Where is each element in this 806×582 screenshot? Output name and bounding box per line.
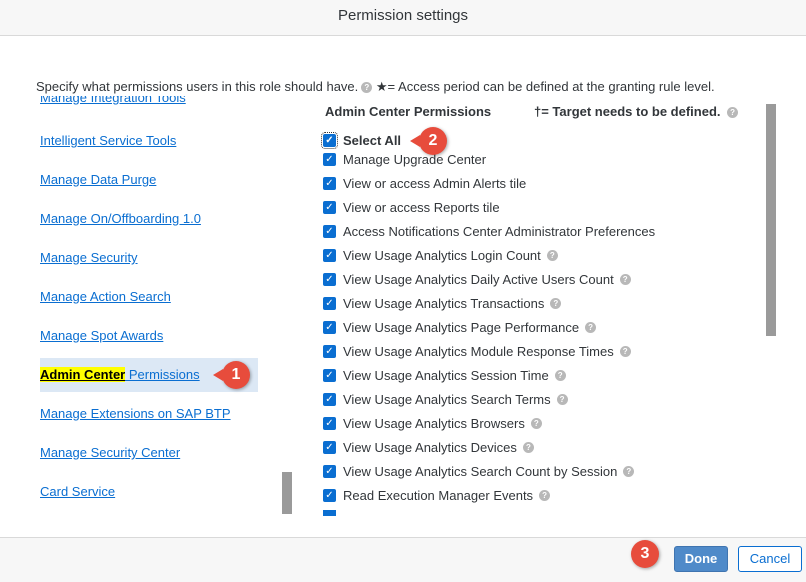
help-icon[interactable]: ? (522, 441, 534, 453)
highlighted-label: Admin Center (40, 367, 126, 382)
checkmark-icon: ✓ (321, 131, 338, 149)
permission-label: View Usage Analytics Search Terms (343, 391, 551, 407)
checkmark-icon: ✓ (323, 200, 336, 214)
permission-label: View Usage Analytics Module Response Tim… (343, 343, 614, 359)
dialog-header: Permission settings (0, 0, 806, 36)
dialog-footer: Done Cancel (0, 537, 806, 582)
done-button[interactable]: Done (674, 546, 728, 572)
checkmark-icon: ✓ (323, 248, 336, 262)
nav-item-card-service[interactable]: Card Service (40, 484, 115, 499)
permission-checkbox-row[interactable]: ✓ View Usage Analytics Login Count? (323, 246, 558, 264)
step-marker-2: 2 (410, 127, 447, 155)
checkmark-icon: ✓ (323, 320, 336, 334)
permission-checkbox-row[interactable]: ✓ View Usage Analytics Transactions? (323, 294, 562, 312)
checkmark-icon: ✓ (323, 224, 336, 238)
nav-item-manage-extensions-sap-btp[interactable]: Manage Extensions on SAP BTP (40, 406, 231, 421)
checkmark-icon: ✓ (323, 464, 336, 478)
help-icon[interactable]: ? (619, 345, 631, 357)
permission-label: View Usage Analytics Search Count by Ses… (343, 463, 618, 479)
permission-label: View Usage Analytics Transactions (343, 295, 545, 311)
step-marker-1: 1 (213, 361, 250, 389)
permission-checkbox-row[interactable]: ✓ View Usage Analytics Session Time? (323, 366, 566, 384)
checkmark-icon: ✓ (323, 392, 336, 406)
step-marker-3: 3 (631, 540, 659, 568)
help-icon[interactable]: ? (585, 321, 597, 333)
permission-checkbox-row[interactable]: ✓ View Usage Analytics Module Response Ti… (323, 342, 631, 360)
permission-checkbox-row[interactable]: ✓ Read Execution Manager Events? (323, 486, 551, 504)
nav-item-manage-action-search[interactable]: Manage Action Search (40, 289, 171, 304)
checkmark-icon: ✓ (323, 488, 336, 502)
permission-checkbox-row[interactable]: ✓ View Usage Analytics Page Performance? (323, 318, 597, 336)
target-note: †= Target needs to be defined. ? (534, 104, 739, 119)
permission-label: View Usage Analytics Browsers (343, 415, 525, 431)
help-icon[interactable]: ? (623, 465, 635, 477)
permission-checkbox-row[interactable]: ✓ View Usage Analytics Devices? (323, 438, 534, 456)
nav-item-manage-onoffboarding[interactable]: Manage On/Offboarding 1.0 (40, 211, 201, 226)
permission-category-list: Manage Integration Tools Intelligent Ser… (0, 96, 300, 516)
permission-label: View Usage Analytics Page Performance (343, 319, 580, 335)
nav-item-manage-spot-awards[interactable]: Manage Spot Awards (40, 328, 163, 343)
permission-label: View or access Reports tile (343, 199, 500, 215)
nav-item-manage-security[interactable]: Manage Security (40, 250, 138, 265)
help-icon[interactable]: ? (619, 273, 631, 285)
nav-item-intelligent-service-tools[interactable]: Intelligent Service Tools (40, 133, 176, 148)
nav-item-manage-security-center[interactable]: Manage Security Center (40, 445, 180, 460)
permission-checkbox-row[interactable]: ✓ View or access Reports tile (323, 198, 500, 216)
left-scrollbar-thumb[interactable] (282, 472, 292, 514)
permission-checkbox-row[interactable]: ✓ Access Notifications Center Administrat… (323, 222, 655, 240)
nav-item-admin-center-permissions[interactable]: Admin Center Permissions (40, 367, 200, 382)
target-note-text: †= Target needs to be defined. (534, 104, 721, 119)
permission-label: View Usage Analytics Devices (343, 439, 517, 455)
permission-label: Manage Upgrade Center (343, 151, 487, 167)
help-icon[interactable]: ? (550, 297, 562, 309)
help-icon[interactable]: ? (539, 489, 551, 501)
permission-checkbox-row[interactable]: ✓ View Usage Analytics Browsers? (323, 414, 542, 432)
nav-item-manage-integration-tools[interactable]: Manage Integration Tools (40, 96, 186, 105)
help-icon[interactable]: ? (554, 369, 566, 381)
checkmark-icon: ✓ (323, 272, 336, 286)
nav-item-manage-data-purge[interactable]: Manage Data Purge (40, 172, 156, 187)
help-icon[interactable]: ? (727, 107, 739, 118)
help-icon[interactable]: ? (546, 249, 558, 261)
permission-checkbox-row[interactable]: ✓ Manage Upgrade Center (323, 150, 486, 168)
dialog-title: Permission settings (337, 7, 469, 24)
select-all-checkbox[interactable]: ✓ Select All (321, 131, 402, 149)
star-note: ★= Access period can be defined at the g… (375, 79, 715, 94)
help-icon[interactable]: ? (361, 82, 373, 93)
help-icon[interactable]: ? (530, 417, 542, 429)
permission-checkbox-row[interactable]: ✓ View Usage Analytics Daily Active Users… (323, 270, 631, 288)
permissions-heading: Admin Center Permissions (325, 104, 492, 119)
permission-list: Admin Center Permissions †= Target needs… (320, 96, 780, 516)
label-rest: Permissions (125, 367, 200, 382)
permission-label: View Usage Analytics Session Time (343, 367, 549, 383)
permission-label: View or access Admin Alerts tile (343, 175, 527, 191)
permission-checkbox-row[interactable]: ✓ View Usage Analytics Search Count by Se… (323, 462, 635, 480)
checkmark-icon: ✓ (323, 344, 336, 358)
help-icon[interactable]: ? (556, 393, 568, 405)
checkbox-partial[interactable] (323, 510, 336, 516)
permission-label: Read Execution Manager Events (343, 487, 534, 503)
select-all-label: Select All (343, 132, 402, 148)
checkmark-icon: ✓ (323, 296, 336, 310)
checkmark-icon: ✓ (323, 176, 336, 190)
right-scrollbar-thumb[interactable] (766, 104, 776, 336)
permission-checkbox-row[interactable]: ✓ View or access Admin Alerts tile (323, 174, 526, 192)
checkmark-icon: ✓ (323, 440, 336, 454)
checkmark-icon: ✓ (323, 152, 336, 166)
permission-checkbox-row[interactable]: ✓ View Usage Analytics Search Terms? (323, 390, 568, 408)
cancel-button[interactable]: Cancel (738, 546, 802, 572)
permission-label: Access Notifications Center Administrato… (343, 223, 656, 239)
permission-label: View Usage Analytics Login Count (343, 247, 541, 263)
checkmark-icon: ✓ (323, 416, 336, 430)
permission-label: View Usage Analytics Daily Active Users … (343, 271, 614, 287)
intro-text: Specify what permissions users in this r… (36, 79, 715, 95)
intro-description: Specify what permissions users in this r… (36, 79, 359, 94)
checkmark-icon: ✓ (323, 368, 336, 382)
